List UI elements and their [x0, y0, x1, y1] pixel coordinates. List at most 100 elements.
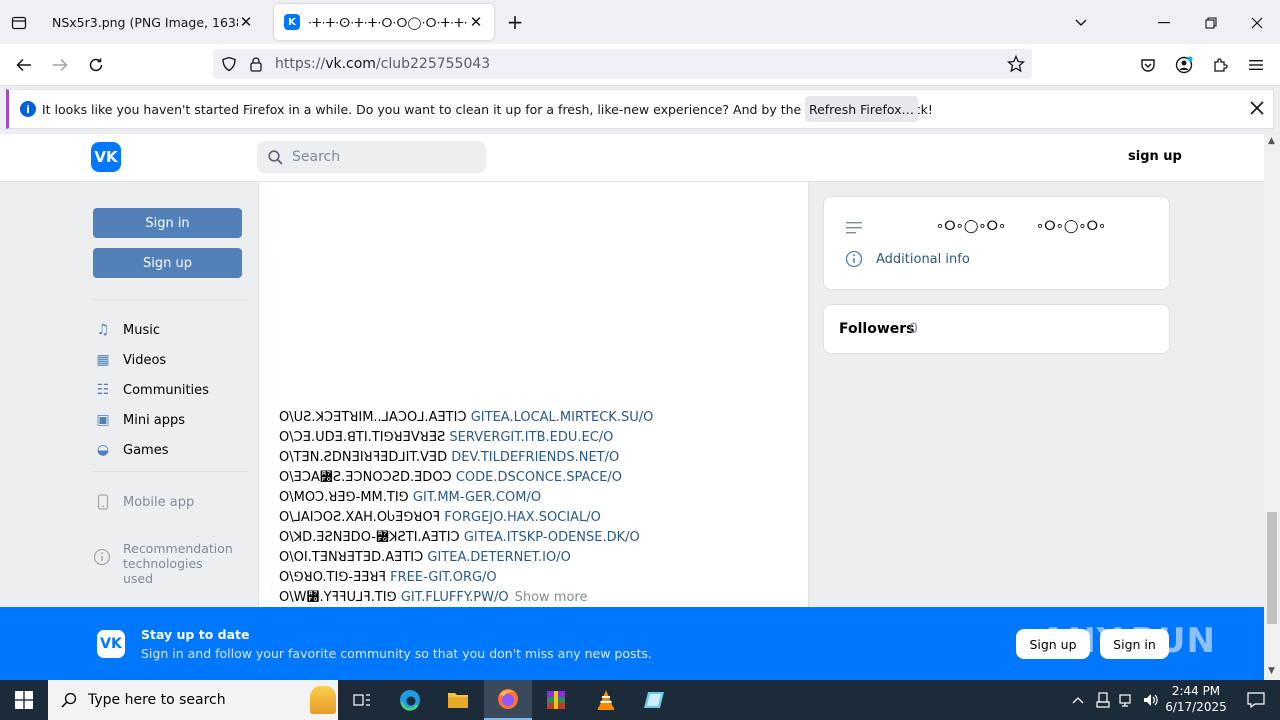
info-circle-icon	[845, 250, 863, 272]
games-icon: ◒	[96, 442, 110, 458]
bookmark-star-icon[interactable]	[1006, 54, 1026, 77]
post-line-text: O\OI.TƎNꓤƎTƎD.AƎTIƆ	[279, 550, 428, 565]
post-line-link[interactable]: GITEA.DETERNET.IO/O	[427, 550, 570, 565]
new-tab-button[interactable]: +	[504, 10, 526, 34]
header-sign-up-link[interactable]: sign up	[1128, 149, 1182, 164]
community-status-text-1: ∘ⵔ∘◯∘ⵔ∘	[936, 219, 1007, 234]
close-tab-icon[interactable]: ✕	[238, 13, 254, 31]
vk-logo[interactable]: VK	[91, 142, 121, 172]
notepad-app-icon[interactable]	[630, 680, 678, 720]
post-line-link[interactable]: GITEA.ITSKP-ODENSE.DK/O	[464, 530, 640, 545]
page-scrollbar[interactable]: ▲ ▼	[1264, 134, 1280, 680]
extensions-icon[interactable]	[1208, 53, 1232, 77]
post-line-text: O\ƎƆA꟰Ƨ.ƎƆNOƆƧD.ƎDOƆ	[279, 470, 456, 485]
url-path: /club225755043	[375, 56, 491, 72]
taskbar-search-input[interactable]: Type here to search	[48, 680, 338, 720]
lock-icon[interactable]	[249, 56, 263, 76]
scroll-down-arrow-icon[interactable]: ▼	[1268, 666, 1275, 676]
winrar-icon[interactable]	[532, 680, 580, 720]
post-line-link[interactable]: DEV.TILDEFRIENDS.NET/O	[451, 450, 619, 465]
vlc-icon[interactable]	[582, 680, 630, 720]
search-placeholder: Search	[292, 149, 341, 165]
pocket-icon[interactable]	[1136, 53, 1160, 77]
wall-post: O\UƧ.ꓘƆƎTꓤIM..⅃AƆO⅃.AƎTIƆ GITEA.LOCAL.MI…	[258, 182, 809, 607]
firefox-icon[interactable]	[484, 680, 532, 720]
recommendation-technologies-link[interactable]: Recommendation technologies used	[93, 541, 253, 586]
volume-icon[interactable]	[1140, 680, 1162, 720]
task-view-icon[interactable]	[338, 680, 386, 720]
reload-icon[interactable]	[84, 53, 108, 77]
banner-subtitle: Sign in and follow your favorite communi…	[141, 646, 652, 661]
network-icon[interactable]	[1116, 680, 1138, 720]
forward-icon[interactable]	[48, 53, 72, 77]
post-line-link[interactable]: SERVERGIT.ITB.EDU.EC/O	[449, 430, 613, 445]
sidebar-divider	[93, 299, 248, 300]
videos-icon: ▦	[96, 352, 110, 368]
clock-time: 2:44 PM	[1171, 684, 1221, 698]
usb-device-icon[interactable]	[1092, 680, 1114, 720]
search-input[interactable]: Search	[257, 141, 486, 173]
sidebar-item-mobile-app[interactable]: Mobile app	[93, 491, 194, 513]
list-tabs-icon[interactable]	[1070, 12, 1092, 34]
tab-overview-icon[interactable]	[8, 12, 30, 34]
sidebar-item-label: Videos	[123, 352, 167, 368]
sidebar-item-mini-apps[interactable]: ▣ Mini apps	[93, 409, 185, 431]
clock-date: 6/17/2025	[1165, 700, 1227, 714]
post-line-text: O\ꓨꓤO.TIꓨ-ƎƎꓤꟻ	[279, 570, 391, 585]
refresh-firefox-button[interactable]: Refresh Firefox…	[805, 96, 918, 122]
post-line: O\OI.TƎNꓤƎTƎD.AƎTIƆ GITEA.DETERNET.IO/O	[279, 548, 653, 568]
post-line-link[interactable]: GIT.FLUFFY.PW/O	[401, 590, 509, 605]
sidebar-item-games[interactable]: ◒ Games	[93, 439, 169, 461]
minimize-window-icon[interactable]	[1152, 12, 1176, 34]
tab-title: NSx5r3.png (PNG Image, 16384 × 1	[52, 14, 238, 30]
file-explorer-icon[interactable]	[434, 680, 482, 720]
scrollbar-thumb[interactable]	[1267, 512, 1277, 624]
tracking-protection-icon[interactable]	[221, 56, 237, 76]
system-clock[interactable]: 2:44 PM 6/17/2025	[1165, 683, 1227, 715]
windows-start-icon[interactable]	[0, 680, 48, 720]
tab-vk-club[interactable]: K ·ⵜ·ⵜ·ⵙ·ⵜ·ⵜ·ⵔ·ⵔ◯·ⵔ·ⵜ·ⵜ·ⵙ·ⵜ·ⵜ· ✕	[274, 4, 494, 40]
tab-png-image[interactable]: NSx5r3.png (PNG Image, 16384 × 1 ✕	[42, 4, 264, 40]
url-text[interactable]: https://vk.com/club225755043	[275, 56, 490, 72]
post-line-text: O\ƆƎ.UDƎ.ꓭTI.TIꓨꓤƎVꓤƎƧ	[279, 430, 450, 445]
followers-card[interactable]: Followers 0	[823, 304, 1170, 354]
taskbar-search-placeholder: Type here to search	[88, 692, 226, 708]
windows-taskbar: Type here to search 2:44 PM 6/17/2025	[0, 680, 1280, 720]
sidebar-item-communities[interactable]: ☷ Communities	[93, 379, 209, 401]
post-line-link[interactable]: FREE-GIT.ORG/O	[390, 570, 497, 585]
post-line-link[interactable]: GIT.MM-GER.COM/O	[413, 490, 541, 505]
banner-sign-up-button[interactable]: Sign up	[1016, 629, 1090, 659]
back-icon[interactable]	[12, 53, 36, 77]
post-text: O\UƧ.ꓘƆƎTꓤIM..⅃AƆO⅃.AƎTIƆ GITEA.LOCAL.MI…	[279, 408, 653, 608]
address-bar[interactable]: https://vk.com/club225755043	[213, 49, 1032, 79]
sidebar-item-videos[interactable]: ▦ Videos	[93, 349, 166, 371]
edge-icon[interactable]	[386, 680, 434, 720]
close-notification-icon[interactable]	[1250, 101, 1264, 119]
show-more-link[interactable]: Show more	[515, 590, 588, 605]
post-line-text: O\MOƆ.ꓤƎꓨ-MM.TIꓨ	[279, 490, 413, 505]
sign-up-button[interactable]: Sign up	[93, 248, 242, 278]
sidebar-item-music[interactable]: ♫ Music	[93, 319, 160, 341]
vk-header: VK Search sign up	[0, 134, 1264, 182]
show-hidden-icons-icon[interactable]	[1066, 680, 1090, 720]
tab-strip: NSx5r3.png (PNG Image, 16384 × 1 ✕ K ·ⵜ·…	[0, 0, 1280, 44]
post-line: O\W꟰.YꟻꟻU⅃ꟻ.TIꓨ GIT.FLUFFY.PW/O Show more	[279, 588, 653, 608]
post-line-link[interactable]: GITEA.LOCAL.MIRTECK.SU/O	[471, 410, 654, 425]
restore-window-icon[interactable]	[1199, 12, 1223, 34]
sidebar-item-label: Games	[123, 442, 169, 458]
additional-info-link[interactable]: Additional info	[876, 252, 970, 267]
banner-sign-in-button[interactable]: Sign in	[1100, 629, 1169, 659]
scroll-up-arrow-icon[interactable]: ▲	[1268, 136, 1275, 146]
sign-in-button[interactable]: Sign in	[93, 208, 242, 238]
url-scheme: https://	[275, 56, 326, 72]
vk-logo: VK	[97, 630, 125, 658]
post-line-link[interactable]: CODE.DSCONCE.SPACE/O	[456, 470, 622, 485]
search-highlight-flowers-icon	[310, 686, 336, 714]
close-tab-icon[interactable]: ✕	[468, 13, 484, 31]
mini-apps-icon: ▣	[96, 412, 110, 428]
notifications-icon[interactable]	[1232, 680, 1280, 720]
post-line-link[interactable]: FORGEJO.HAX.SOCIAL/O	[444, 510, 601, 525]
account-icon[interactable]	[1172, 53, 1196, 77]
app-menu-icon[interactable]	[1244, 53, 1268, 77]
close-window-icon[interactable]	[1245, 12, 1269, 34]
